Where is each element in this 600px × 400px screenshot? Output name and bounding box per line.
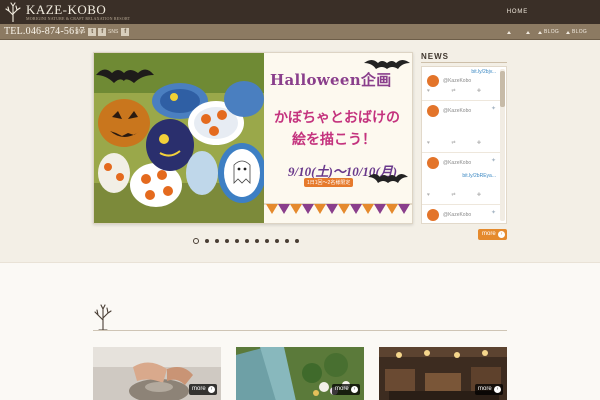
logo-text: KAZE-KOBO xyxy=(26,1,107,17)
slider-dot[interactable] xyxy=(245,239,249,243)
tweet-handle[interactable]: @KazeKobo xyxy=(443,160,471,166)
slider-dot[interactable] xyxy=(295,239,299,243)
slider-dot[interactable] xyxy=(285,239,289,243)
facebook-icon[interactable]: f xyxy=(98,28,107,36)
avatar[interactable] xyxy=(427,105,439,117)
sns-group-twitter: SNS t f xyxy=(75,28,107,36)
triangle-up-icon xyxy=(526,30,530,34)
subnav-link-blog-2[interactable]: BLOG xyxy=(566,24,587,40)
avatar[interactable] xyxy=(427,75,439,87)
card-more-button[interactable]: more › xyxy=(189,384,217,395)
feed-scrollbar[interactable] xyxy=(500,69,505,221)
twitter-bird-icon: ✦ xyxy=(490,158,496,164)
chevron-right-icon: › xyxy=(208,386,215,393)
slide-title: Halloween企画 xyxy=(270,71,392,89)
subnav-link-1[interactable] xyxy=(507,24,513,40)
card-more-button[interactable]: more › xyxy=(475,384,503,395)
sns-label: SNS xyxy=(108,29,119,35)
sns-label: SNS xyxy=(75,29,86,35)
feature-card-nature[interactable]: more › xyxy=(236,347,364,400)
triangle-up-icon xyxy=(507,30,511,34)
top-header: KAZE-KOBO MORIGINI NATURE & CRAFT RELAXA… xyxy=(0,0,600,24)
pottery-photo xyxy=(94,53,264,223)
sns-group-facebook: SNS f xyxy=(108,28,130,36)
tweet-actions: ♥ ⇄ ✚ xyxy=(427,192,492,198)
logo-subtext: MORIGINI NATURE & CRAFT RELAXATION RESOR… xyxy=(26,15,131,21)
slide-text-panel: Halloween企画 かぼちゃとおばけの 絵を描こう！ 9/10(土)〜10/… xyxy=(264,53,412,223)
avatar[interactable] xyxy=(427,157,439,169)
chevron-right-icon: › xyxy=(351,386,358,393)
feature-card-restaurant[interactable]: more › xyxy=(379,347,507,400)
tweet-link[interactable]: bit.ly/2bREya... xyxy=(462,173,496,179)
twitter-bird-icon: ✦ xyxy=(490,210,496,216)
twitter-bird-icon: ✦ xyxy=(490,106,496,112)
slider-pagination xyxy=(193,238,299,244)
section-divider xyxy=(93,330,507,331)
subnav-link-blog[interactable]: BLOG xyxy=(538,24,559,40)
slider-dot[interactable] xyxy=(205,239,209,243)
bunting-decoration xyxy=(264,203,412,214)
twitter-feed[interactable]: ✦ bit.ly/2bjv... ♥ ⇄ ✚ @KazeKobo ✦ ♥ ⇄ ✚… xyxy=(421,66,507,224)
slide-headline-1: かぼちゃとおばけの xyxy=(274,110,400,126)
feature-section: more › more › more › xyxy=(0,262,600,400)
news-title: NEWS xyxy=(421,52,449,61)
slider-dot[interactable] xyxy=(265,239,269,243)
news-divider xyxy=(421,62,507,63)
slider-dot[interactable] xyxy=(215,239,219,243)
chevron-right-icon: › xyxy=(498,231,505,238)
sub-header: TEL.046-874-5617 SNS t f SNS f BLOG BLOG xyxy=(0,24,600,40)
avatar[interactable] xyxy=(427,209,439,221)
tree-logo-icon xyxy=(5,2,21,22)
card-more-button[interactable]: more › xyxy=(332,384,360,395)
feed-scroll-thumb[interactable] xyxy=(500,71,505,107)
site-logo[interactable]: KAZE-KOBO MORIGINI NATURE & CRAFT RELAXA… xyxy=(4,2,130,22)
tree-icon xyxy=(94,304,112,330)
chevron-right-icon: › xyxy=(494,386,501,393)
twitter-icon[interactable]: t xyxy=(88,28,97,36)
triangle-up-icon xyxy=(538,30,542,34)
feature-card-pottery[interactable]: more › xyxy=(93,347,221,400)
news-more-button[interactable]: more › xyxy=(478,229,507,240)
tweet-actions: ♥ ⇄ ✚ xyxy=(427,140,492,146)
tweet-item[interactable]: @KazeKobo ✦ bit.ly/2bREya... ♥ ⇄ ✚ xyxy=(422,153,500,205)
slide-headline-2: 絵を描こう！ xyxy=(292,132,376,148)
tweet-item[interactable]: @KazeKobo ✦ xyxy=(422,205,500,223)
slider-dot[interactable] xyxy=(193,238,199,244)
slider-dot[interactable] xyxy=(235,239,239,243)
phone-number: TEL.046-874-5617 xyxy=(4,26,85,37)
tweet-handle[interactable]: @KazeKobo xyxy=(443,212,471,218)
bat-icon xyxy=(368,174,408,183)
slider-dot[interactable] xyxy=(255,239,259,243)
main-slider[interactable]: Halloween企画 かぼちゃとおばけの 絵を描こう！ 9/10(土)〜10/… xyxy=(93,52,413,224)
triangle-up-icon xyxy=(566,30,570,34)
tweet-item[interactable]: @KazeKobo ✦ ♥ ⇄ ✚ xyxy=(422,101,500,153)
tweet-handle[interactable]: @KazeKobo xyxy=(443,78,471,84)
slide-date-subtext: 1日1回〜2名様限定 xyxy=(304,178,354,187)
tweet-item[interactable]: @KazeKobo xyxy=(422,71,500,95)
nav-home[interactable]: HOME xyxy=(507,0,528,24)
facebook-icon[interactable]: f xyxy=(121,28,130,36)
slider-dot[interactable] xyxy=(225,239,229,243)
tweet-handle[interactable]: @KazeKobo xyxy=(443,108,471,114)
slider-dot[interactable] xyxy=(275,239,279,243)
subnav-link-2[interactable] xyxy=(526,24,532,40)
